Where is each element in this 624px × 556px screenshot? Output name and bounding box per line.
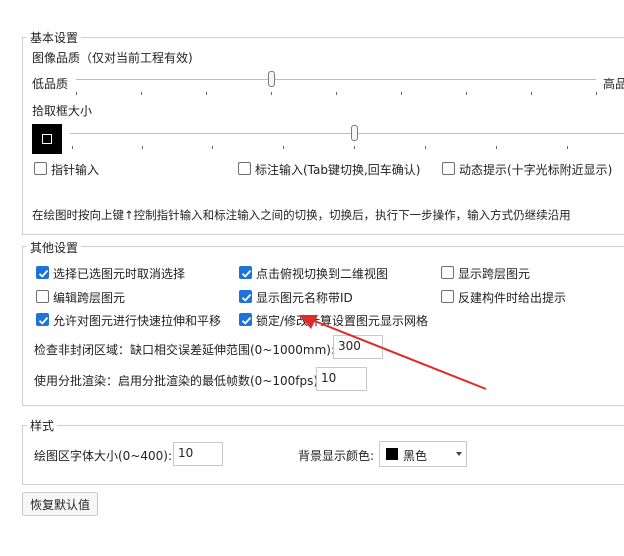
font-size-input[interactable]: 10 (173, 442, 223, 466)
style-legend: 样式 (27, 417, 58, 434)
bg-color-select[interactable]: 黑色 (379, 441, 467, 467)
restore-defaults-button[interactable]: 恢复默认值 (22, 492, 99, 516)
dropdown-arrow-icon (456, 452, 462, 456)
color-swatch-icon (386, 448, 398, 460)
bg-color-value: 黑色 (403, 449, 428, 463)
font-size-label: 绘图区字体大小(0~400): (34, 449, 173, 463)
bg-color-label: 背景显示颜色: (298, 449, 375, 463)
